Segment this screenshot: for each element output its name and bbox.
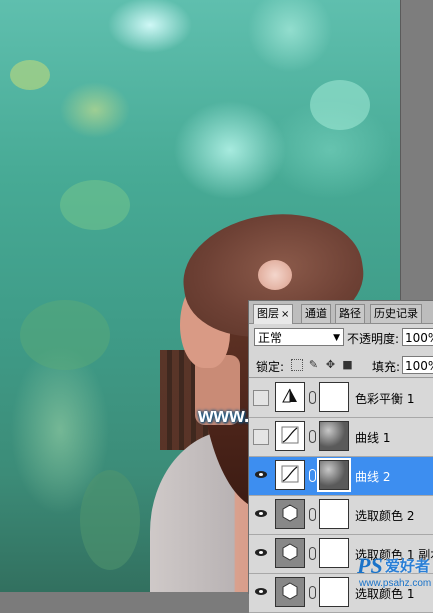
selective-color-icon (282, 504, 298, 522)
lock-row: 锁定: ✎ ✥ ■ 填充: 100% (249, 353, 433, 378)
opacity-input[interactable]: 100% (402, 328, 433, 346)
foliage-highlight (10, 60, 50, 90)
tab-channels[interactable]: 通道 (301, 304, 331, 323)
eye-icon (255, 549, 267, 556)
layer-mask-thumbnail[interactable] (319, 382, 349, 412)
layer-mask-thumbnail[interactable] (319, 421, 349, 451)
blend-mode-select[interactable]: 正常 ▼ (254, 328, 344, 346)
curves-icon (281, 426, 299, 444)
layer-name: 色彩平衡 1 (355, 392, 415, 406)
tab-paths-label: 路径 (339, 307, 361, 320)
lock-all-icon[interactable]: ■ (341, 358, 354, 371)
eye-icon (255, 471, 267, 478)
adjustment-thumbnail[interactable] (275, 460, 305, 490)
tab-paths[interactable]: 路径 (335, 304, 365, 323)
curves-icon (281, 465, 299, 483)
logo-ps: PS (357, 553, 383, 578)
link-icon[interactable] (309, 508, 316, 521)
visibility-toggle[interactable] (253, 390, 269, 406)
layer-row-selected[interactable]: 曲线 2 (249, 457, 433, 496)
lock-label: 锁定: (256, 360, 285, 374)
lock-pixels-icon[interactable]: ✎ (307, 358, 320, 371)
layer-mask-thumbnail[interactable] (319, 499, 349, 529)
layer-mask-thumbnail[interactable] (319, 538, 349, 568)
selective-color-icon (282, 582, 298, 600)
foliage-highlight (80, 470, 140, 570)
tab-layers[interactable]: 图层 × (253, 304, 294, 324)
layer-row[interactable]: 色彩平衡 1 (249, 379, 433, 418)
layer-name: 选取颜色 2 (355, 509, 415, 523)
foliage-highlight (310, 80, 370, 130)
layer-mask-thumbnail[interactable] (317, 458, 351, 492)
tab-layers-label: 图层 (257, 307, 279, 320)
adjustment-thumbnail[interactable] (275, 421, 305, 451)
layer-mask-thumbnail[interactable] (319, 577, 349, 607)
link-icon[interactable] (309, 547, 316, 560)
visibility-toggle[interactable] (253, 468, 269, 484)
layer-row[interactable]: 曲线 1 (249, 418, 433, 457)
foliage-highlight (20, 300, 110, 370)
layers-panel: 图层× 通道 路径 历史记录 正常 ▼ 不透明度: 100% 锁定: ✎ ✥ ■… (248, 300, 433, 613)
link-icon[interactable] (309, 586, 316, 599)
link-icon[interactable] (309, 391, 316, 404)
blend-mode-value: 正常 (258, 331, 283, 345)
fill-label: 填充: (372, 360, 401, 374)
site-logo: PS 爱好者 www.psahz.com (357, 553, 433, 592)
logo-cn: 爱好者 (385, 557, 431, 575)
blend-row: 正常 ▼ 不透明度: 100% (249, 325, 433, 351)
fill-input[interactable]: 100% (402, 356, 433, 374)
visibility-toggle[interactable] (253, 546, 269, 562)
close-icon[interactable]: × (281, 309, 289, 320)
lock-position-icon[interactable]: ✥ (324, 358, 337, 371)
adjustment-thumbnail[interactable] (275, 382, 305, 412)
layer-name: 曲线 2 (355, 470, 391, 484)
lock-transparency-icon[interactable] (291, 359, 303, 371)
layer-name: 曲线 1 (355, 431, 391, 445)
tab-history-label: 历史记录 (374, 307, 418, 320)
eye-icon (255, 510, 267, 517)
visibility-toggle[interactable] (253, 429, 269, 445)
link-icon[interactable] (309, 469, 316, 482)
chevron-down-icon: ▼ (333, 333, 340, 343)
foliage-highlight (60, 180, 130, 230)
link-icon[interactable] (309, 430, 316, 443)
panel-tab-bar: 图层 × 通道 路径 历史记录 (249, 301, 433, 324)
layer-row[interactable]: 选取颜色 2 (249, 496, 433, 535)
color-balance-icon (282, 388, 297, 403)
tab-history[interactable]: 历史记录 (370, 304, 422, 323)
adjustment-thumbnail[interactable] (275, 577, 305, 607)
tab-channels-label: 通道 (305, 307, 327, 320)
adjustment-thumbnail[interactable] (275, 538, 305, 568)
opacity-label: 不透明度: (347, 332, 400, 346)
adjustment-thumbnail[interactable] (275, 499, 305, 529)
visibility-toggle[interactable] (253, 507, 269, 523)
visibility-toggle[interactable] (253, 585, 269, 601)
selective-color-icon (282, 543, 298, 561)
logo-url: www.psahz.com (359, 578, 432, 589)
hat-flower (258, 260, 292, 290)
workspace-background (400, 0, 433, 300)
